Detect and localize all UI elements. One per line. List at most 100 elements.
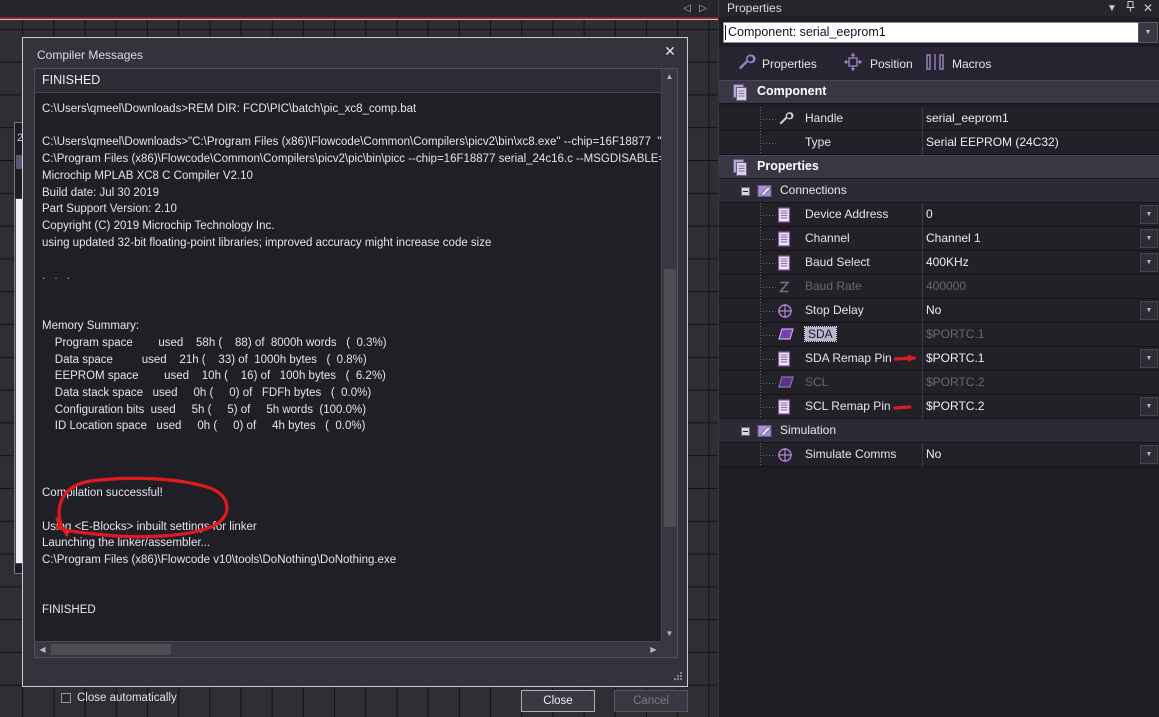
row-simulate-comms-value[interactable]: No [926, 447, 941, 461]
output-line: Compilation successful! [42, 487, 163, 500]
close-button[interactable]: Close [521, 690, 595, 712]
chevron-down-icon[interactable]: ▼ [1140, 253, 1158, 272]
row-handle[interactable]: Handle serial_eeprom1 [719, 107, 1159, 131]
row-device-address[interactable]: Device Address 0 ▼ [719, 203, 1159, 227]
output-horizontal-scrollbar[interactable]: ◀ ▶ [35, 641, 661, 657]
tree-elbow [760, 215, 778, 216]
output-line: Configuration bits used 5h ( 5) of 5h wo… [42, 403, 367, 416]
horizontal-scroll-thumb[interactable] [51, 644, 171, 655]
chevron-down-icon[interactable]: ▼ [1140, 205, 1158, 224]
row-baud-rate-label: Baud Rate [805, 279, 862, 293]
tab-scroll-left-icon[interactable]: ◁ [681, 2, 693, 15]
row-type[interactable]: Type Serial EEPROM (24C32) [719, 131, 1159, 155]
tab-properties[interactable]: Properties [736, 51, 817, 76]
row-channel[interactable]: Channel Channel 1 ▼ [719, 227, 1159, 251]
subgroup-connections-label: Connections [780, 183, 847, 197]
row-sda-label[interactable]: SDA [804, 326, 837, 342]
scroll-left-icon[interactable]: ◀ [35, 642, 50, 657]
tree-elbow [760, 383, 778, 384]
row-stop-delay-label: Stop Delay [805, 303, 864, 317]
tab-macros-label: Macros [952, 56, 992, 71]
pin-icon[interactable] [1122, 1, 1138, 16]
output-vertical-scrollbar[interactable]: ▲ ▼ [661, 69, 677, 641]
row-separator [922, 227, 923, 251]
output-line: FINISHED [42, 604, 96, 617]
close-icon[interactable]: ✕ [659, 41, 681, 61]
row-stop-delay-value[interactable]: No [926, 303, 941, 317]
copy-pages-icon [733, 159, 750, 181]
scroll-down-icon[interactable]: ▼ [662, 626, 677, 641]
row-handle-value[interactable]: serial_eeprom1 [926, 111, 1009, 125]
row-baud-select[interactable]: Baud Select 400KHz ▼ [719, 251, 1159, 275]
row-sda-remap-pin-label: SDA Remap Pin [805, 351, 892, 365]
row-stop-delay[interactable]: Stop Delay No ▼ [719, 299, 1159, 323]
tree-elbow [760, 239, 778, 240]
dialog-title: Compiler Messages [37, 48, 144, 62]
properties-panel-titlebar: Properties ▼ ✕ [719, 0, 1159, 17]
panel-title: Properties [727, 1, 782, 15]
properties-tab-row: Properties Position Macros [719, 47, 1159, 80]
checkbox-box[interactable] [61, 693, 71, 703]
row-sda-remap-pin-value[interactable]: $PORTC.1 [926, 351, 984, 365]
vertical-scroll-thumb[interactable] [664, 269, 676, 527]
compiler-output-text[interactable]: C:\Users\qmeel\Downloads>REM DIR: FCD\PI… [35, 94, 661, 641]
subgroup-simulation[interactable]: Simulation [719, 419, 1159, 443]
row-sda[interactable]: SDA $PORTC.1 [719, 323, 1159, 347]
row-scl[interactable]: SCL $PORTC.2 [719, 371, 1159, 395]
row-separator [922, 203, 923, 227]
close-automatically-checkbox[interactable]: Close automatically [61, 692, 177, 704]
scroll-up-icon[interactable]: ▲ [662, 69, 677, 84]
chevron-down-icon[interactable]: ▼ [1140, 445, 1158, 464]
output-line: C:\Program Files (x86)\Flowcode v10\tool… [42, 553, 397, 566]
tab-scroll-right-icon[interactable]: ▷ [697, 2, 709, 15]
row-type-label: Type [805, 135, 832, 149]
chevron-down-icon[interactable]: ▼ [1140, 229, 1158, 248]
compiler-output-pane: FINISHED C:\Users\qmeel\Downloads>REM DI… [34, 68, 678, 658]
output-line: . . . [42, 270, 73, 283]
output-line: Using <E-Blocks> inbuilt settings for li… [42, 520, 257, 533]
chevron-down-icon[interactable]: ▼ [1140, 301, 1158, 320]
group-properties-label: Properties [757, 159, 819, 173]
panel-close-icon[interactable]: ✕ [1140, 1, 1156, 16]
output-line: Microchip MPLAB XC8 C Compiler V2.10 [42, 169, 253, 182]
row-sda-remap-pin[interactable]: SDA Remap Pin $PORTC.1 ▼ [719, 347, 1159, 371]
row-simulate-comms[interactable]: Simulate Comms No ▼ [719, 443, 1159, 467]
output-line: using updated 32-bit floating-point libr… [42, 236, 492, 249]
resize-grip-icon[interactable] [671, 671, 683, 683]
component-combobox[interactable]: Component: serial_eeprom1 [723, 22, 1140, 43]
row-channel-value[interactable]: Channel 1 [926, 231, 981, 245]
close-automatically-label: Close automatically [77, 692, 177, 704]
wrench-icon [777, 111, 794, 132]
output-line: C:\Users\qmeel\Downloads>REM DIR: FCD\PI… [42, 103, 417, 115]
row-device-address-value[interactable]: 0 [926, 207, 933, 221]
red-arrow-annotation [894, 354, 916, 362]
tree-elbow [760, 407, 778, 408]
parallelogram-icon [777, 375, 795, 394]
output-line: Launching the linker/assembler... [42, 537, 211, 550]
tab-position[interactable]: Position [842, 51, 913, 76]
subgroup-connections[interactable]: Connections [719, 179, 1159, 203]
scrollbar-corner [661, 641, 677, 657]
chevron-down-icon[interactable]: ▼ [1140, 349, 1158, 368]
group-properties[interactable]: Properties [719, 155, 1159, 179]
collapse-toggle-icon[interactable] [741, 187, 750, 196]
row-scl-remap-pin[interactable]: SCL Remap Pin $PORTC.2 ▼ [719, 395, 1159, 419]
list-icon [777, 399, 791, 420]
row-baud-select-value[interactable]: 400KHz [926, 255, 969, 269]
tab-macros[interactable]: Macros [924, 51, 991, 76]
component-dropdown-arrow-icon[interactable]: ▼ [1138, 22, 1158, 43]
group-component[interactable]: Component [719, 80, 1159, 104]
tree-elbow [760, 311, 778, 312]
chevron-down-icon[interactable]: ▼ [1104, 1, 1120, 16]
group-component-label: Component [757, 84, 827, 98]
scroll-right-icon[interactable]: ▶ [646, 642, 661, 657]
row-separator [922, 347, 923, 371]
collapse-toggle-icon[interactable] [741, 427, 750, 436]
chevron-down-icon[interactable]: ▼ [1140, 397, 1158, 416]
tree-elbow [760, 359, 778, 360]
parallelogram-icon [777, 327, 795, 346]
row-scl-remap-pin-value[interactable]: $PORTC.2 [926, 399, 984, 413]
output-line: Copyright (C) 2019 Microchip Technology … [42, 219, 275, 232]
